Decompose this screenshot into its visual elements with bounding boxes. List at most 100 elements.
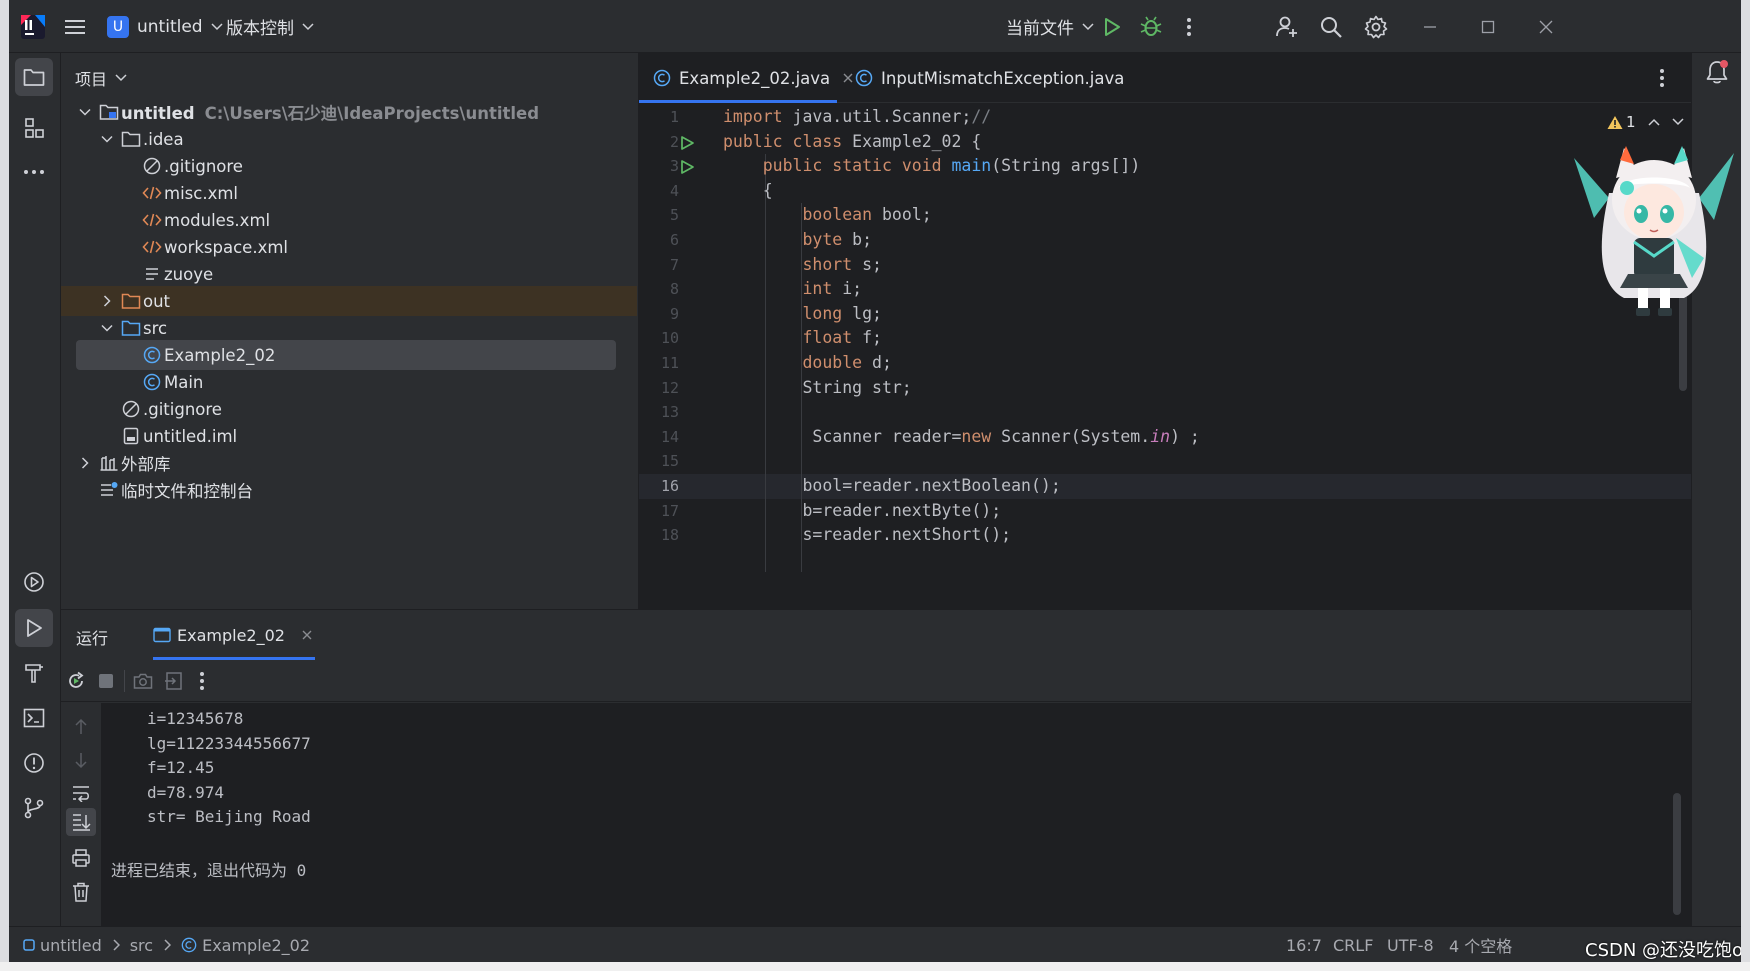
line-number[interactable]: 1 — [639, 108, 679, 126]
exit-icon[interactable] — [162, 669, 186, 693]
tree-node-idea-folder[interactable]: .idea — [61, 124, 637, 154]
line-number[interactable]: 10 — [639, 329, 679, 347]
close-tab-icon[interactable] — [301, 629, 313, 641]
indent-setting[interactable]: 4 个空格 — [1449, 927, 1512, 962]
add-user-icon[interactable] — [1273, 13, 1301, 41]
more-actions-icon[interactable] — [1175, 13, 1203, 41]
line-number[interactable]: 14 — [639, 428, 679, 446]
maximize-icon[interactable] — [1474, 13, 1502, 41]
chevron-right-icon[interactable] — [99, 293, 115, 309]
camera-icon[interactable] — [131, 669, 155, 693]
line-number[interactable]: 3 — [639, 157, 679, 175]
tree-node-external-libraries[interactable]: 外部库 — [61, 448, 637, 478]
code-line[interactable]: b=reader.nextByte(); — [723, 499, 1685, 524]
run-tool-button[interactable] — [15, 609, 53, 647]
stop-icon[interactable] — [94, 669, 118, 693]
tree-node-root-gitignore[interactable]: .gitignore — [61, 394, 637, 424]
tree-node-modules-xml[interactable]: modules.xml — [61, 205, 637, 235]
print-icon[interactable] — [69, 846, 93, 870]
code-line[interactable]: bool=reader.nextBoolean(); — [723, 474, 1685, 499]
line-number[interactable]: 7 — [639, 256, 679, 274]
line-number[interactable]: 16 — [639, 477, 679, 495]
soft-wrap-icon[interactable] — [69, 781, 93, 805]
code-line[interactable]: { — [723, 179, 1685, 204]
chevron-up-icon[interactable] — [1648, 118, 1660, 126]
editor-tabs-more-icon[interactable] — [1659, 68, 1665, 88]
line-number[interactable]: 9 — [639, 305, 679, 323]
code-line[interactable]: public static void main(String args[]) — [723, 154, 1685, 179]
tree-node-misc-xml[interactable]: misc.xml — [61, 178, 637, 208]
run-tab-example2-02[interactable]: Example2_02 — [153, 610, 315, 660]
code-area[interactable]: 1 2 3 4 5 6 7 8 9 10 11 12 13 14 15 16 17 18 import java.u… — [639, 103, 1691, 609]
run-icon[interactable] — [1098, 13, 1126, 41]
tree-node-out-folder[interactable]: out — [61, 286, 637, 316]
line-number[interactable]: 2 — [639, 133, 679, 151]
chevron-down-icon[interactable] — [1672, 118, 1684, 126]
tree-node-example2-02[interactable]: Example2_02 — [76, 340, 616, 370]
code-line[interactable]: int i; — [723, 277, 1685, 302]
tree-node-workspace-xml[interactable]: workspace.xml — [61, 232, 637, 262]
inspection-widget[interactable]: 1 — [1607, 113, 1684, 131]
tab-inputmismatchexception-java[interactable]: InputMismatchException.java — [855, 53, 1124, 103]
breadcrumb-item-example2-02[interactable]: Example2_02 — [202, 936, 310, 955]
terminal-tool-button[interactable] — [15, 699, 53, 737]
code-line[interactable]: String str; — [723, 376, 1685, 401]
line-number[interactable]: 18 — [639, 526, 679, 544]
line-number[interactable]: 13 — [639, 403, 679, 421]
line-number[interactable]: 12 — [639, 379, 679, 397]
tree-node-untitled-root[interactable]: untitled C:\Users\石少迪\IdeaProjects\untitl… — [61, 97, 637, 127]
project-panel-header[interactable]: 项目 — [61, 53, 638, 103]
tree-node-untitled-iml[interactable]: untitled.iml — [61, 421, 637, 451]
vcs-widget[interactable]: 版本控制 — [226, 0, 314, 53]
main-menu-icon[interactable] — [61, 13, 89, 41]
gutter-run-icon[interactable] — [679, 159, 695, 175]
tree-node-idea-gitignore[interactable]: .gitignore — [61, 151, 637, 181]
rerun-icon[interactable] — [64, 669, 88, 693]
line-number[interactable]: 11 — [639, 354, 679, 372]
line-number[interactable]: 15 — [639, 452, 679, 470]
chevron-down-icon[interactable] — [99, 131, 115, 147]
chevron-right-icon[interactable] — [77, 455, 93, 471]
code-line[interactable] — [723, 449, 1685, 474]
close-window-icon[interactable] — [1532, 13, 1560, 41]
tree-node-zuoye[interactable]: zuoye — [61, 259, 637, 289]
code-line[interactable]: import java.util.Scanner;// — [723, 105, 1685, 130]
more-tools-button[interactable] — [15, 153, 53, 191]
chevron-down-icon[interactable] — [99, 320, 115, 336]
tree-node-src-folder[interactable]: src — [61, 313, 637, 343]
build-tool-button[interactable] — [15, 654, 53, 692]
gutter-run-icon[interactable] — [679, 135, 695, 151]
problems-tool-button[interactable] — [15, 744, 53, 782]
code-line[interactable]: Scanner reader=new Scanner(System.in) ; — [723, 425, 1685, 450]
more-actions-icon[interactable] — [190, 669, 214, 693]
close-tab-icon[interactable] — [842, 72, 854, 84]
debug-icon[interactable] — [1137, 13, 1165, 41]
run-config-selector[interactable]: 当前文件 — [1006, 0, 1094, 53]
project-tool-button[interactable] — [15, 58, 53, 96]
code-line[interactable]: double d; — [723, 351, 1685, 376]
git-tool-button[interactable] — [15, 789, 53, 827]
structure-tool-button[interactable] — [15, 109, 53, 147]
settings-gear-icon[interactable] — [1362, 13, 1390, 41]
line-number[interactable]: 6 — [639, 231, 679, 249]
tree-node-main[interactable]: Main — [61, 367, 637, 397]
code-line[interactable]: long lg; — [723, 302, 1685, 327]
line-number[interactable]: 17 — [639, 502, 679, 520]
line-number[interactable]: 4 — [639, 182, 679, 200]
minimize-icon[interactable] — [1416, 13, 1444, 41]
line-number[interactable]: 5 — [639, 206, 679, 224]
scroll-to-end-icon[interactable] — [66, 808, 96, 836]
code-line[interactable]: boolean bool; — [723, 203, 1685, 228]
code-line[interactable]: short s; — [723, 253, 1685, 278]
tab-example2-02-java[interactable]: Example2_02.java — [639, 53, 853, 103]
code-line[interactable]: public class Example2_02 { — [723, 130, 1685, 155]
notifications-icon[interactable] — [1705, 59, 1729, 85]
file-encoding[interactable]: UTF-8 — [1387, 927, 1434, 962]
scroll-up-icon[interactable] — [69, 715, 93, 739]
services-tool-button[interactable] — [15, 563, 53, 601]
line-number[interactable]: 8 — [639, 280, 679, 298]
chevron-down-icon[interactable] — [77, 104, 93, 120]
line-separator[interactable]: CRLF — [1333, 927, 1373, 962]
project-widget[interactable]: U untitled — [107, 0, 223, 53]
code-line[interactable]: float f; — [723, 326, 1685, 351]
